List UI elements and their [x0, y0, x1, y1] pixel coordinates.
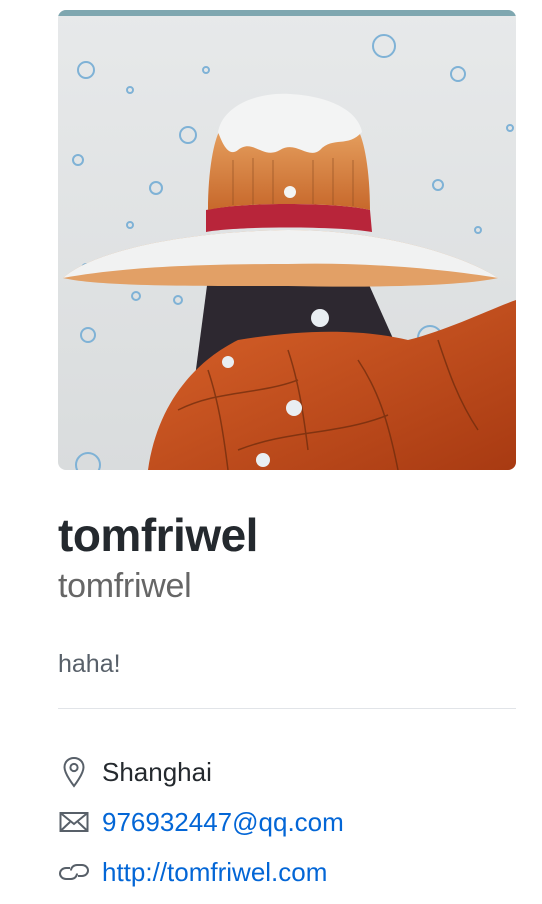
- website-link[interactable]: http://tomfriwel.com: [102, 854, 327, 890]
- detail-url[interactable]: http://tomfriwel.com: [58, 854, 327, 890]
- profile-username: tomfriwel: [58, 567, 192, 605]
- email-link[interactable]: 976932447@qq.com: [102, 804, 344, 840]
- profile-fullname: tomfriwel: [58, 509, 258, 561]
- link-icon: [58, 856, 90, 888]
- location-text: Shanghai: [102, 757, 212, 787]
- detail-email[interactable]: 976932447@qq.com: [58, 804, 344, 840]
- divider: [58, 708, 516, 709]
- mail-icon: [58, 806, 90, 838]
- profile-bio: haha!: [58, 650, 121, 678]
- location-pin-icon: [58, 756, 90, 788]
- avatar-illustration: [58, 10, 516, 470]
- detail-location: Shanghai: [58, 754, 212, 790]
- avatar[interactable]: [58, 10, 516, 470]
